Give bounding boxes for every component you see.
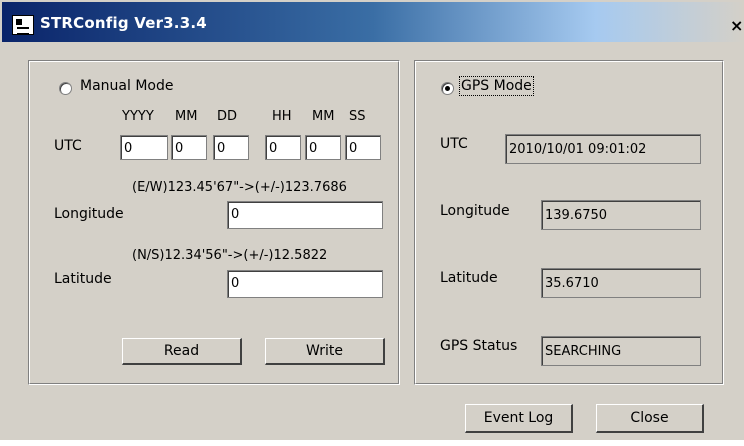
title-bar[interactable]: STRConfig Ver3.3.4 × (2, 2, 744, 42)
gps-status-field: SEARCHING (541, 336, 701, 366)
latitude-input[interactable]: 0 (227, 270, 383, 298)
gps-utc-field: 2010/10/01 09:01:02 (505, 134, 701, 164)
utc-year-input[interactable]: 0 (120, 135, 168, 160)
manual-mode-label[interactable]: Manual Mode (80, 78, 173, 94)
utc-header-minute: MM (312, 109, 335, 124)
config-window: STRConfig Ver3.3.4 × Manual Mode YYYY MM… (0, 0, 744, 440)
window-title: STRConfig Ver3.3.4 (40, 14, 207, 32)
utc-header-yyyy: YYYY (122, 109, 154, 124)
gps-mode-radio[interactable] (441, 82, 454, 95)
gps-longitude-field: 139.6750 (541, 200, 701, 230)
utc-day-input[interactable]: 0 (213, 135, 249, 160)
utc-hour-input[interactable]: 0 (265, 135, 301, 160)
latitude-format-hint: (N/S)12.34'56"->(+/-)12.5822 (132, 248, 328, 263)
event-log-button[interactable]: Event Log (465, 404, 573, 433)
gps-status-label: GPS Status (440, 338, 518, 354)
gps-mode-label[interactable]: GPS Mode (459, 76, 534, 96)
close-button[interactable]: Close (596, 404, 704, 433)
utc-minute-input[interactable]: 0 (305, 135, 341, 160)
gps-latitude-field: 35.6710 (541, 268, 701, 298)
utc-second-input[interactable]: 0 (345, 135, 381, 160)
gps-utc-label: UTC (440, 136, 468, 152)
manual-utc-label: UTC (54, 138, 82, 154)
utc-header-month: MM (175, 109, 198, 124)
read-button[interactable]: Read (122, 338, 242, 365)
longitude-input[interactable]: 0 (227, 201, 383, 229)
close-window-icon[interactable]: × (730, 16, 743, 35)
utc-header-hour: HH (272, 109, 292, 124)
manual-mode-radio[interactable] (59, 82, 72, 95)
gps-longitude-label: Longitude (440, 203, 510, 219)
utc-month-input[interactable]: 0 (171, 135, 207, 160)
longitude-format-hint: (E/W)123.45'67"->(+/-)123.7686 (132, 180, 347, 195)
manual-longitude-label: Longitude (54, 206, 124, 222)
utc-header-second: SS (349, 109, 366, 124)
gps-latitude-label: Latitude (440, 270, 498, 286)
manual-latitude-label: Latitude (54, 271, 112, 287)
app-icon (12, 15, 34, 35)
write-button[interactable]: Write (265, 338, 385, 365)
utc-header-day: DD (217, 109, 238, 124)
